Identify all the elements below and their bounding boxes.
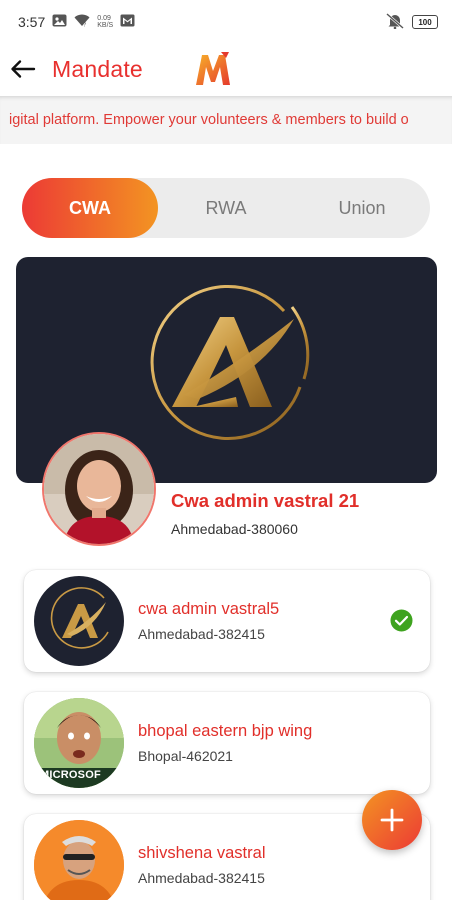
list-item[interactable]: MICROSOF bhopal eastern bjp wing Bhopal-… bbox=[24, 692, 430, 794]
list-item-location: Bhopal-462021 bbox=[138, 748, 233, 764]
back-button[interactable] bbox=[0, 46, 46, 92]
wifi-icon: ? bbox=[74, 14, 90, 30]
check-circle-icon bbox=[390, 609, 413, 632]
avatar-caption: MICROSOF bbox=[40, 769, 101, 781]
list-item-avatar bbox=[34, 820, 124, 900]
tab-rwa[interactable]: RWA bbox=[158, 178, 294, 238]
gold-a-logo bbox=[50, 587, 109, 649]
status-bar: 3:57 ? 0.09 KB/S 100 bbox=[0, 0, 452, 44]
svg-text:?: ? bbox=[84, 23, 87, 28]
net-speed-unit: KB/S bbox=[97, 22, 114, 29]
announcement-marquee: igital platform. Empower your volunteers… bbox=[0, 96, 452, 144]
arrow-left-icon bbox=[11, 60, 36, 78]
mandate-logo bbox=[195, 52, 230, 85]
list-item-location: Ahmedabad-382415 bbox=[138, 870, 265, 886]
plus-icon bbox=[380, 808, 404, 832]
list-item-title: cwa admin vastral5 bbox=[138, 600, 280, 618]
list-item-title: bhopal eastern bjp wing bbox=[138, 722, 313, 740]
net-speed-value: 0.09 bbox=[97, 15, 111, 22]
avatar-photo bbox=[34, 820, 124, 900]
gmail-icon bbox=[120, 14, 135, 30]
category-tabs: CWA RWA Union bbox=[22, 178, 430, 238]
profile-avatar[interactable] bbox=[42, 432, 156, 546]
status-right: 100 bbox=[386, 12, 438, 32]
profile-photo bbox=[44, 434, 154, 544]
gold-a-logo bbox=[150, 284, 310, 440]
profile-location: Ahmedabad-380060 bbox=[171, 521, 298, 537]
add-button[interactable] bbox=[362, 790, 422, 850]
tab-union[interactable]: Union bbox=[294, 178, 430, 238]
image-icon bbox=[52, 14, 67, 30]
list-item[interactable]: cwa admin vastral5 Ahmedabad-382415 bbox=[24, 570, 430, 672]
network-speed-icon: 0.09 KB/S bbox=[97, 15, 113, 29]
profile-name: Cwa admin vastral 21 bbox=[171, 490, 360, 511]
list-item-location: Ahmedabad-382415 bbox=[138, 626, 265, 642]
page-title: Mandate bbox=[52, 55, 143, 82]
mute-icon bbox=[386, 12, 404, 32]
tab-cwa[interactable]: CWA bbox=[22, 178, 158, 238]
status-time: 3:57 bbox=[18, 14, 46, 30]
battery-icon: 100 bbox=[412, 15, 438, 29]
list-item-avatar bbox=[34, 576, 124, 666]
app-bar: Mandate bbox=[0, 44, 452, 94]
status-left: 3:57 ? 0.09 KB/S bbox=[18, 14, 135, 30]
list-item-title: shivshena vastral bbox=[138, 844, 266, 862]
app-screen: 3:57 ? 0.09 KB/S 100 Mandate igital plat… bbox=[0, 0, 452, 900]
list-item-avatar: MICROSOF bbox=[34, 698, 124, 788]
marquee-text: igital platform. Empower your volunteers… bbox=[9, 112, 409, 128]
